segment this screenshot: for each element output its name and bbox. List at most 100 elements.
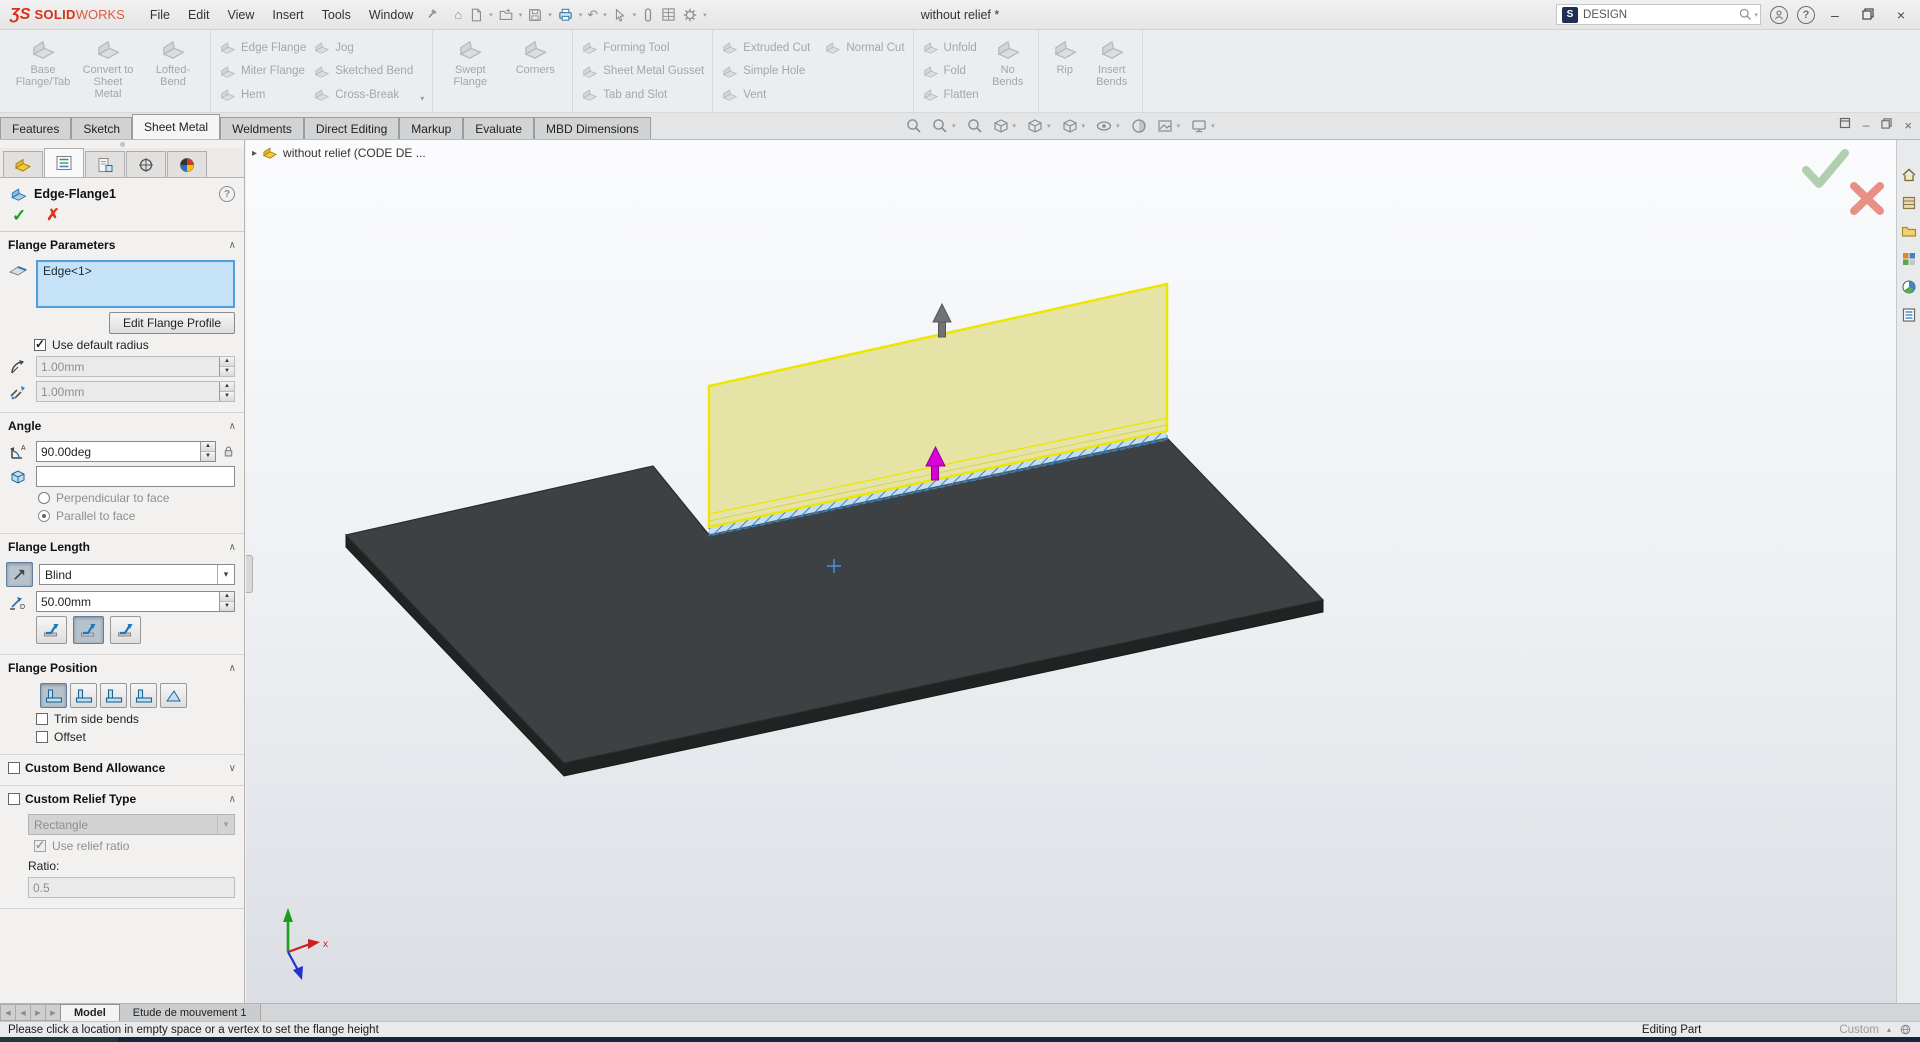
face-selection-input[interactable] <box>37 470 234 484</box>
touch-mode-icon[interactable] <box>638 3 658 27</box>
no-bends-button[interactable]: No Bends <box>986 32 1030 110</box>
normal-cut-button[interactable]: Normal Cut <box>824 37 904 58</box>
length-outer-virtual-sharp-button[interactable] <box>36 616 67 644</box>
options-columns-icon[interactable] <box>658 3 679 27</box>
globe-icon[interactable] <box>1899 1023 1912 1036</box>
new-document-icon[interactable] <box>465 3 487 27</box>
fold-button[interactable]: Fold <box>922 61 979 82</box>
length-tangent-bend-button[interactable] <box>110 616 141 644</box>
angle-spinner[interactable]: ▲▼ <box>200 442 215 461</box>
extruded-cut-button[interactable]: Extruded Cut <box>721 37 810 58</box>
tab-direct-editing[interactable]: Direct Editing <box>304 117 399 139</box>
trim-side-bends-checkbox[interactable] <box>36 713 48 725</box>
help-icon[interactable]: ? <box>1797 6 1815 24</box>
length-inner-virtual-sharp-button[interactable] <box>73 616 104 644</box>
featuremanager-tree-tab[interactable] <box>3 151 43 177</box>
propertymanager-tab[interactable] <box>44 148 84 177</box>
zoom-to-fit-icon[interactable] <box>902 116 926 136</box>
custom-relief-type-checkbox[interactable] <box>8 793 20 805</box>
minimize-button[interactable]: – <box>1824 7 1846 23</box>
edit-flange-profile-button[interactable]: Edit Flange Profile <box>109 312 235 334</box>
menu-window[interactable]: Window <box>360 0 422 30</box>
select-dropdown-arrow[interactable]: ▾ <box>633 11 637 19</box>
tab-sheet-metal[interactable]: Sheet Metal <box>132 114 220 139</box>
search-input[interactable]: DESIGN <box>1583 9 1627 21</box>
flange-position-header[interactable]: Flange Position ∧ <box>0 655 244 679</box>
flange-flyout-arrow[interactable]: ▾ <box>420 94 424 105</box>
custom-bend-allowance-checkbox[interactable] <box>8 762 20 774</box>
search-dropdown-arrow[interactable]: ▾ <box>1755 11 1759 19</box>
flange-length-input[interactable] <box>37 595 219 609</box>
displaymanager-tab[interactable] <box>167 151 207 177</box>
print-icon[interactable] <box>554 3 577 27</box>
flange-length-field[interactable]: ▲▼ <box>36 591 235 612</box>
search-icon[interactable] <box>1738 7 1753 22</box>
parallel-to-face-radio[interactable] <box>38 510 50 522</box>
offset-checkbox[interactable] <box>36 731 48 743</box>
position-material-inside-button[interactable] <box>40 683 67 708</box>
miter-flange-button[interactable]: Miter Flange <box>219 61 306 82</box>
tab-features[interactable]: Features <box>0 117 71 139</box>
menu-insert[interactable]: Insert <box>263 0 312 30</box>
flange-direction-button[interactable] <box>6 562 33 587</box>
flange-length-spinner[interactable]: ▲▼ <box>219 592 234 611</box>
close-button[interactable]: × <box>1890 7 1912 23</box>
save-icon[interactable] <box>524 3 546 27</box>
scroll-last-button[interactable]: ▶ <box>45 1004 61 1021</box>
unit-system-caret-icon[interactable]: ▴ <box>1887 1025 1891 1034</box>
open-dropdown-arrow[interactable]: ▾ <box>519 11 523 19</box>
forming-tool-button[interactable]: Forming Tool <box>581 37 704 58</box>
zoom-to-area-icon[interactable]: ▾ <box>928 116 961 136</box>
open-icon[interactable] <box>495 3 517 27</box>
insert-bends-button[interactable]: Insert Bends <box>1090 32 1134 110</box>
position-bend-outside-button[interactable] <box>100 683 127 708</box>
end-condition-dropdown[interactable]: Blind ▾ <box>39 564 235 585</box>
collapse-chevron-icon[interactable]: ∧ <box>229 794 236 805</box>
collapse-chevron-icon[interactable]: ∧ <box>229 240 236 251</box>
menu-pin-icon[interactable] <box>422 3 441 27</box>
menu-file[interactable]: File <box>141 0 179 30</box>
undo-dropdown-arrow[interactable]: ▾ <box>603 11 607 19</box>
swept-flange-button[interactable]: Swept Flange <box>441 32 499 110</box>
dimxpertmanager-tab[interactable] <box>126 151 166 177</box>
scroll-next-button[interactable]: ▶ <box>30 1004 46 1021</box>
sheet-metal-gusset-button[interactable]: Sheet Metal Gusset <box>581 61 704 82</box>
base-flange-tab-button[interactable]: Base Flange/Tab <box>14 32 72 110</box>
flange-parameters-header[interactable]: Flange Parameters ∧ <box>0 232 244 256</box>
edge-selection-listbox[interactable]: Edge<1> <box>36 260 235 308</box>
motion-study-tab[interactable]: Etude de mouvement 1 <box>120 1004 261 1021</box>
vent-button[interactable]: Vent <box>721 84 904 105</box>
menu-edit[interactable]: Edit <box>179 0 219 30</box>
display-style-icon[interactable]: ▾ <box>1058 116 1091 136</box>
doc-minimize-icon[interactable]: – <box>1863 118 1870 132</box>
angle-field[interactable]: ▲▼ <box>36 441 216 462</box>
feature-tree-breadcrumb[interactable]: ▸ without relief (CODE DE ... <box>252 146 426 160</box>
tab-sketch[interactable]: Sketch <box>71 117 132 139</box>
select-icon[interactable] <box>609 3 631 27</box>
position-bend-from-virtual-sharp-button[interactable] <box>130 683 157 708</box>
confirmation-corner[interactable] <box>1806 153 1880 211</box>
unfold-button[interactable]: Unfold <box>922 37 979 58</box>
convert-to-sheet-metal-button[interactable]: Convert to Sheet Metal <box>79 32 137 110</box>
collapse-chevron-icon[interactable]: ∧ <box>229 542 236 553</box>
apply-scene-icon[interactable]: ▾ <box>1153 116 1186 136</box>
configurationmanager-tab[interactable] <box>85 151 125 177</box>
model-tab[interactable]: Model <box>60 1004 120 1021</box>
position-tangent-to-bend-button[interactable] <box>160 683 187 708</box>
tab-mbd-dimensions[interactable]: MBD Dimensions <box>534 117 651 139</box>
restore-button[interactable] <box>1855 7 1881 23</box>
flange-length-header[interactable]: Flange Length ∧ <box>0 534 244 558</box>
unit-system-label[interactable]: Custom <box>1839 1024 1879 1036</box>
hem-button[interactable]: Hem <box>219 84 306 105</box>
tab-evaluate[interactable]: Evaluate <box>463 117 534 139</box>
tree-root-label[interactable]: without relief (CODE DE ... <box>283 146 426 160</box>
collapse-chevron-icon[interactable]: ∧ <box>229 421 236 432</box>
home-icon[interactable]: ⌂ <box>451 3 465 27</box>
custom-relief-type-header[interactable]: Custom Relief Type ∧ <box>0 786 244 810</box>
account-icon[interactable] <box>1770 6 1788 24</box>
print-dropdown-arrow[interactable]: ▾ <box>579 11 583 19</box>
angle-lock-icon[interactable] <box>222 444 235 459</box>
menu-tools[interactable]: Tools <box>313 0 360 30</box>
tree-expand-arrow-icon[interactable]: ▸ <box>252 148 257 159</box>
previous-view-icon[interactable] <box>963 116 987 136</box>
